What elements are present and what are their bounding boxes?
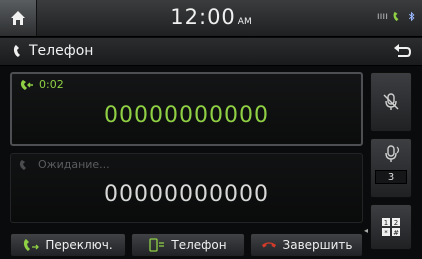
- keypad-icon: 1 2 * #: [382, 218, 400, 237]
- volume-count: 3: [375, 170, 407, 184]
- status-icons: ıııı: [377, 11, 416, 22]
- page-title: Телефон: [12, 43, 93, 59]
- phone-status-icon: [393, 11, 399, 22]
- active-call-panel[interactable]: 0:02 00000000000: [10, 72, 363, 146]
- svg-text:1: 1: [384, 219, 388, 227]
- svg-text:*: *: [384, 229, 388, 237]
- call-duration: 0:02: [39, 78, 64, 91]
- keypad-button[interactable]: 1 2 * #: [370, 204, 412, 250]
- end-call-icon: [261, 242, 276, 248]
- svg-text:2: 2: [394, 219, 398, 227]
- switch-call-label: Переключ.: [45, 238, 113, 252]
- phone-transfer-icon: [149, 238, 165, 252]
- signal-icon: ıııı: [376, 11, 388, 22]
- waiting-status-label: Ожидание...: [38, 158, 110, 171]
- active-call-icon: [20, 79, 33, 90]
- title-bar: Телефон: [0, 38, 422, 66]
- mute-mic-button[interactable]: [370, 72, 412, 132]
- phone-label: Телефон: [171, 238, 227, 252]
- volume-mic-icon: [385, 145, 400, 162]
- waiting-call-icon: [19, 159, 26, 170]
- svg-text:#: #: [393, 229, 399, 237]
- active-call-status: 0:02: [20, 78, 64, 91]
- switch-call-icon: [24, 239, 40, 251]
- waiting-call-panel[interactable]: Ожидание... 00000000000: [10, 153, 363, 223]
- clock: 12:00 AM: [0, 5, 422, 29]
- status-bar: 12:00 AM ıııı: [0, 0, 422, 37]
- clock-time: 12:00: [170, 5, 236, 29]
- side-indicator: ◂: [364, 226, 369, 235]
- end-call-button[interactable]: Завершить: [250, 233, 363, 257]
- phone-button[interactable]: Телефон: [131, 233, 245, 257]
- volume-button[interactable]: 3: [370, 138, 412, 198]
- bluetooth-icon: [408, 11, 415, 22]
- active-call-number: 00000000000: [104, 103, 269, 128]
- mic-mute-icon: [383, 93, 399, 110]
- end-call-label: Завершить: [282, 238, 353, 252]
- waiting-call-status: Ожидание...: [19, 158, 110, 171]
- page-title-label: Телефон: [29, 43, 94, 59]
- back-icon[interactable]: [392, 43, 412, 61]
- phone-handset-icon: [13, 45, 20, 57]
- clock-ampm: AM: [237, 17, 252, 27]
- switch-call-button[interactable]: Переключ.: [10, 233, 126, 257]
- waiting-call-number: 00000000000: [104, 182, 269, 207]
